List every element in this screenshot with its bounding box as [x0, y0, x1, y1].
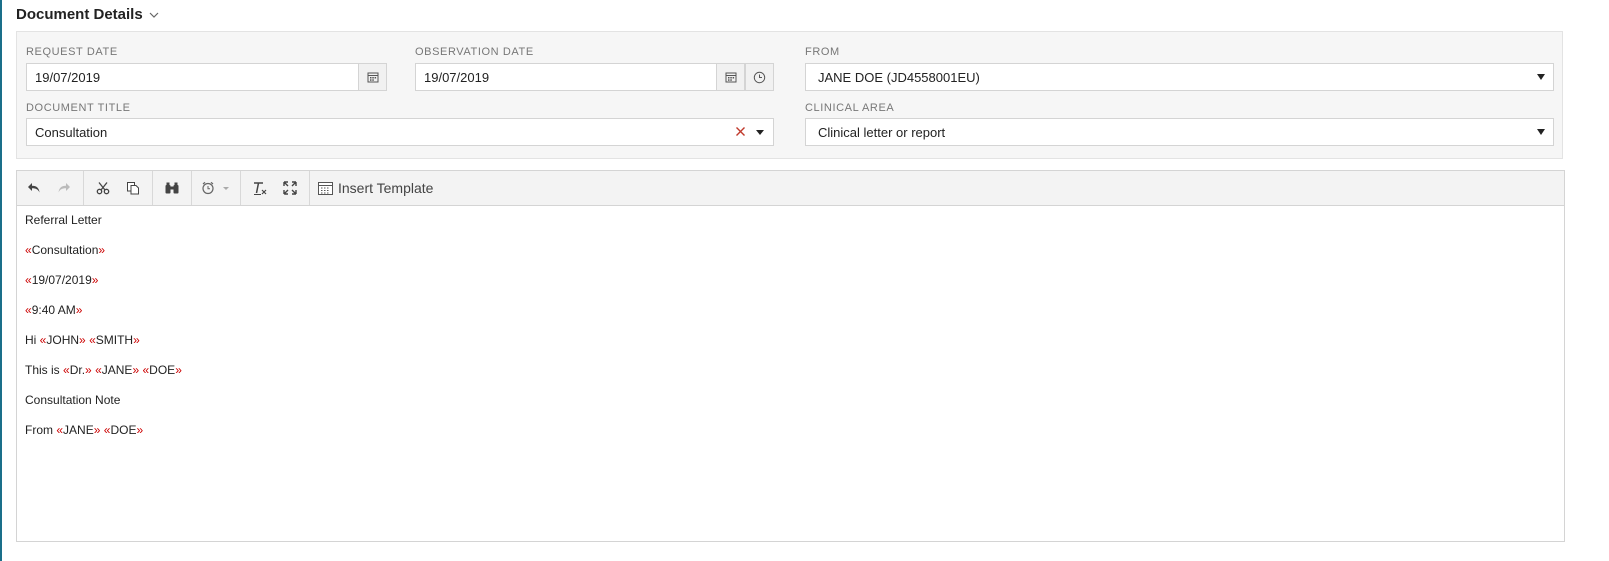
insert-template-label: Insert Template	[338, 180, 434, 196]
clinical-area-label: CLINICAL AREA	[805, 102, 895, 114]
merge-close-marker: »	[75, 303, 83, 317]
document-title-value: Consultation	[35, 124, 108, 140]
editor-line: «9:40 AM»	[25, 302, 1564, 332]
referral-letter-text: Referral Letter	[25, 213, 102, 227]
clinical-area-select[interactable]: Clinical letter or report	[805, 118, 1554, 146]
merge-open-marker: «	[25, 273, 32, 287]
merge-field: DOE	[110, 423, 137, 437]
merge-field: Consultation	[31, 243, 99, 257]
from-label: FROM	[805, 46, 840, 58]
clear-icon[interactable]	[735, 125, 746, 140]
request-date-field[interactable]: 19/07/2019	[26, 63, 387, 91]
merge-open-marker: «	[89, 333, 96, 347]
redo-icon[interactable]	[49, 171, 79, 205]
editor-line: Consultation Note	[25, 392, 1564, 422]
clear-formatting-icon[interactable]	[245, 171, 275, 205]
merge-open-marker: «	[25, 303, 32, 317]
document-title-combobox[interactable]: Consultation	[26, 118, 774, 146]
clinical-area-value: Clinical letter or report	[818, 124, 946, 140]
merge-open-marker: «	[63, 363, 70, 377]
observation-date-field[interactable]: 19/07/2019	[415, 63, 774, 91]
from-select[interactable]: JANE DOE (JD4558001EU)	[805, 63, 1554, 91]
insert-template-button[interactable]: Insert Template	[310, 171, 441, 205]
merge-open-marker: «	[25, 243, 32, 257]
request-date-value: 19/07/2019	[35, 69, 101, 85]
editor-line: Hi «JOHN» «SMITH»	[25, 332, 1564, 362]
merge-open-marker: «	[95, 363, 102, 377]
document-title-label: DOCUMENT TITLE	[26, 102, 131, 114]
merge-close-marker: »	[133, 333, 140, 347]
fullscreen-icon[interactable]	[275, 171, 305, 205]
editor-text: Hi	[25, 333, 40, 347]
editor-text: From	[25, 423, 57, 437]
editor-line: Referral Letter	[25, 212, 1564, 242]
merge-field: 19/07/2019	[31, 273, 92, 287]
undo-icon[interactable]	[19, 171, 49, 205]
merge-close-marker: »	[85, 363, 92, 377]
left-accent-edge	[0, 0, 2, 561]
clock-icon[interactable]	[745, 63, 774, 91]
merge-field: DOE	[149, 363, 176, 377]
cut-icon[interactable]	[88, 171, 118, 205]
copy-icon[interactable]	[118, 171, 148, 205]
editor-toolbar: Insert Template	[17, 171, 1564, 206]
observation-date-value: 19/07/2019	[424, 69, 490, 85]
chevron-down-icon[interactable]	[148, 8, 160, 20]
editor-content[interactable]: Referral Letter «Consultation» «19/07/20…	[17, 206, 1564, 452]
merge-close-marker: »	[98, 243, 106, 257]
editor-line: «Consultation»	[25, 242, 1564, 272]
observation-date-label: OBSERVATION DATE	[415, 46, 534, 58]
merge-close-marker: »	[175, 363, 182, 377]
chevron-down-icon[interactable]	[756, 130, 764, 135]
editor-text: This is	[25, 363, 64, 377]
calendar-icon[interactable]	[716, 63, 745, 91]
chevron-down-icon	[1537, 74, 1545, 80]
merge-close-marker: »	[132, 363, 140, 377]
request-date-label: REQUEST DATE	[26, 46, 118, 58]
alarm-icon[interactable]	[196, 171, 236, 205]
find-icon[interactable]	[157, 171, 187, 205]
merge-close-marker: »	[79, 333, 86, 347]
chevron-down-icon	[1537, 129, 1545, 135]
merge-field: JANE	[101, 363, 133, 377]
merge-field: 9:40 AM	[31, 303, 76, 317]
calendar-icon[interactable]	[358, 63, 387, 91]
merge-field: SMITH	[95, 333, 134, 347]
template-icon	[318, 181, 333, 195]
page-title: Document Details	[16, 5, 143, 23]
merge-field: Dr.	[69, 363, 86, 377]
merge-close-marker: »	[136, 423, 144, 437]
document-details-form: REQUEST DATE OBSERVATION DATE FROM 19/07…	[16, 31, 1563, 159]
from-value: JANE DOE (JD4558001EU)	[818, 69, 980, 85]
merge-close-marker: »	[93, 423, 101, 437]
consultation-note-text: Consultation Note	[25, 393, 121, 407]
merge-field: JOHN	[46, 333, 80, 347]
section-header[interactable]: Document Details	[16, 3, 160, 25]
editor-line: «19/07/2019»	[25, 272, 1564, 302]
merge-close-marker: »	[91, 273, 99, 287]
editor-line: This is «Dr.» «JANE» «DOE»	[25, 362, 1564, 392]
editor-line: From «JANE» «DOE»	[25, 422, 1564, 452]
merge-field: JANE	[63, 423, 94, 437]
rich-text-editor[interactable]: Insert Template Referral Letter «Consult…	[16, 170, 1565, 542]
